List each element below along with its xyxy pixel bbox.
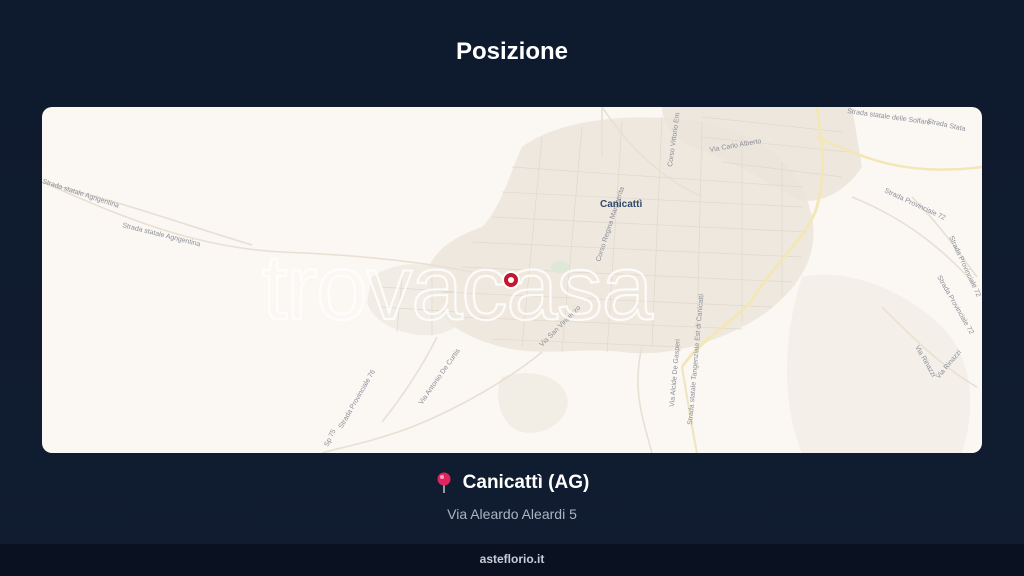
street-label: Strada statale delle Solfare (847, 108, 931, 127)
location-address: Via Aleardo Aleardi 5 (447, 506, 577, 522)
location-marker-icon[interactable] (502, 271, 520, 289)
street-label: Via Antonio De Curtis (418, 347, 462, 406)
city-map-label: Canicattì (600, 199, 642, 210)
map-canvas: Strada statale Agrigentina Strada statal… (42, 107, 982, 453)
street-label: Strada Stata (927, 118, 967, 133)
footer: asteflorio.it (0, 544, 1024, 576)
street-label: Strada Provinciale 76 (338, 369, 377, 430)
street-label: Strada Provinciale 72 (947, 235, 982, 298)
street-label: Strada statale Agrigentina (42, 178, 120, 209)
footer-site-link[interactable]: asteflorio.it (480, 552, 545, 566)
watermark-logo: trovacasa (262, 237, 654, 339)
location-city: Canicattì (AG) (462, 472, 590, 493)
location-info: Canicattì (AG) Via Aleardo Aleardi 5 (0, 472, 1024, 522)
map-view[interactable]: Strada statale Agrigentina Strada statal… (42, 107, 982, 453)
street-label: Sp 75 (323, 428, 337, 448)
round-pushpin-icon (437, 472, 451, 493)
page-title: Posizione (455, 38, 569, 65)
